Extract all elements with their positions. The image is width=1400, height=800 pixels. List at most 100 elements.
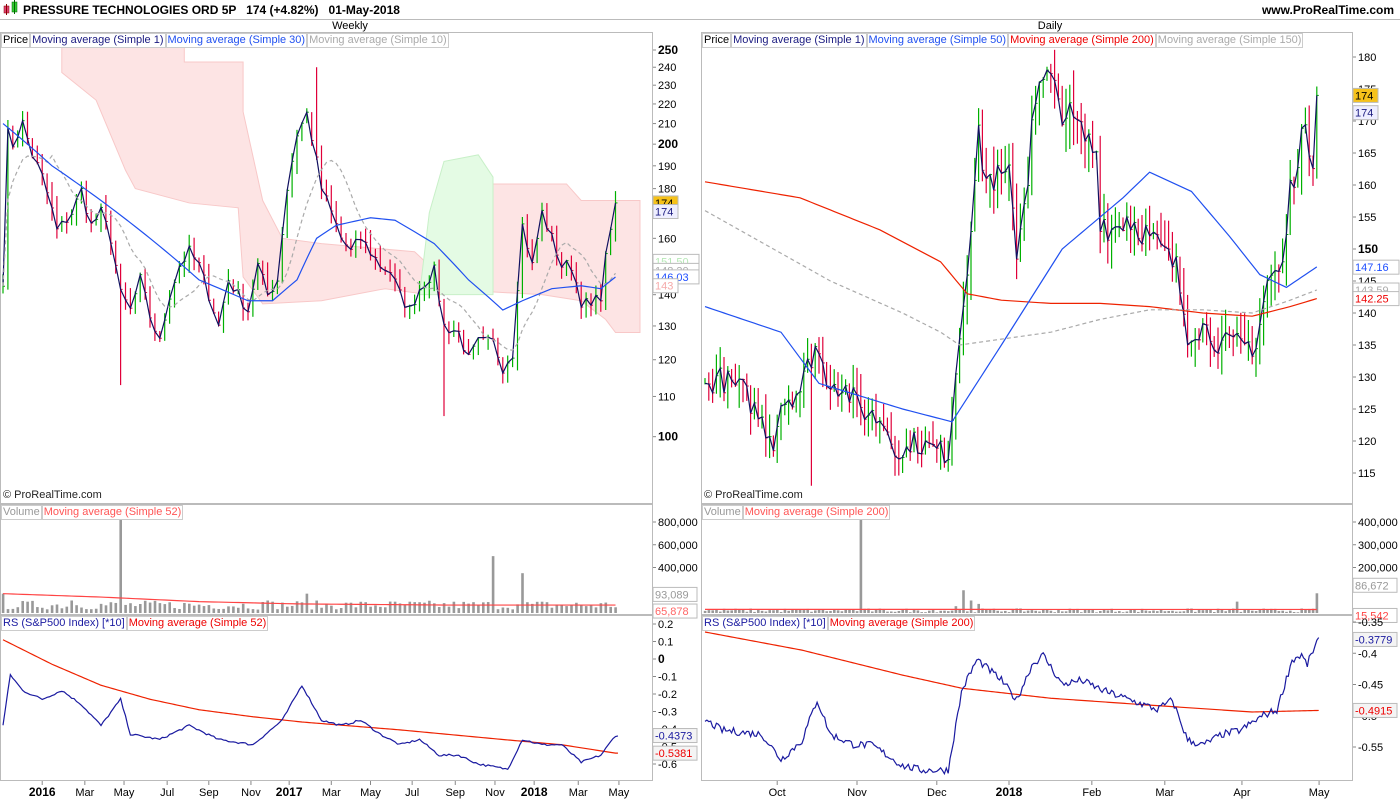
legend-price[interactable]: Price [702, 33, 732, 48]
x-tick-label: Oct [769, 787, 786, 799]
y-tick-label: 200 [658, 137, 678, 151]
x-tick-label: 2017 [276, 785, 303, 799]
price-tag: 174 [1352, 105, 1379, 121]
y-tick-label: 150 [1358, 242, 1378, 256]
y-tick-label: 210 [658, 119, 676, 131]
rs-y-tick-label: -0.45 [1358, 680, 1383, 692]
price-tag: 143 [652, 278, 679, 294]
x-tick-label: 2016 [29, 785, 56, 799]
y-tick-label: 130 [658, 321, 676, 333]
x-tick-label: Dec [927, 787, 947, 799]
rs-y-tick-label: -0.3 [658, 707, 677, 719]
rs-y-tick-label: 0 [658, 652, 665, 666]
y-tick-label: 115 [1358, 468, 1376, 480]
volume-tag-label: 65,878 [655, 606, 689, 618]
daily-rs-legend: RS (S&P500 Index) [*10] Moving average (… [702, 616, 976, 631]
weekly-volume-legend: Volume Moving average (Simple 52) [1, 505, 184, 520]
daily-copyright: © ProRealTime.com [704, 489, 803, 501]
legend-ma1[interactable]: Moving average (Simple 1) [30, 33, 166, 48]
y-tick-label: 160 [1358, 180, 1376, 192]
y-tick-label: 180 [658, 184, 676, 196]
rs-tag-label: -0.3779 [1355, 634, 1392, 646]
legend-rs-ma[interactable]: Moving average (Simple 200) [827, 616, 976, 631]
y-tick-label: 140 [1358, 308, 1376, 320]
x-tick-label: Jul [160, 787, 174, 799]
y-tick-label: 240 [658, 62, 676, 74]
volume-y-tick-label: 400,000 [1358, 517, 1398, 529]
y-tick-label: 125 [1358, 404, 1376, 416]
price-tag: 142.25 [1352, 291, 1400, 307]
legend-ma1[interactable]: Moving average (Simple 1) [731, 33, 867, 48]
legend-price[interactable]: Price [1, 33, 31, 48]
legend-ma30[interactable]: Moving average (Simple 30) [165, 33, 308, 48]
weekly-price-legend: Price Moving average (Simple 1) Moving a… [1, 33, 449, 48]
y-tick-label: 160 [658, 233, 676, 245]
x-tick-label: Sep [199, 787, 219, 799]
legend-rs-ma[interactable]: Moving average (Simple 52) [126, 616, 269, 631]
rs-y-tick-label: -0.1 [658, 672, 677, 684]
legend-ma50[interactable]: Moving average (Simple 50) [866, 33, 1009, 48]
price-tag-label: 147.16 [1355, 262, 1389, 274]
legend-ma200[interactable]: Moving average (Simple 200) [1008, 33, 1156, 48]
price-tag-label: 174 [655, 207, 673, 219]
legend-ma150[interactable]: Moving average (Simple 150) [1155, 33, 1304, 48]
daily-rs-pane[interactable] [701, 615, 1353, 781]
rs-tag-label: -0.4915 [1355, 705, 1392, 717]
weekly-rs-pane[interactable] [0, 615, 653, 781]
x-tick-label: Jul [405, 787, 419, 799]
rs-y-tick-label: -0.35 [1358, 617, 1383, 629]
daily-price-pane[interactable] [701, 32, 1353, 504]
x-tick-label: May [1309, 787, 1330, 799]
weekly-copyright: © ProRealTime.com [3, 489, 102, 501]
daily-volume-pane[interactable] [701, 504, 1353, 615]
volume-y-tick-label: 200,000 [1358, 563, 1398, 575]
x-tick-label: 2018 [996, 785, 1023, 799]
x-tick-label: May [360, 787, 381, 799]
x-tick-label: Nov [847, 787, 867, 799]
price-tag-label: 143 [655, 281, 673, 293]
rs-y-tick-label: -0.55 [1358, 742, 1383, 754]
y-tick-label: 250 [658, 43, 678, 57]
x-tick-label: Nov [485, 787, 505, 799]
y-tick-label: 135 [1358, 340, 1376, 352]
price-tag-label: 142.25 [1355, 294, 1389, 306]
x-tick-label: Mar [569, 787, 588, 799]
y-tick-label: 155 [1358, 212, 1376, 224]
volume-y-tick-label: 600,000 [658, 540, 698, 552]
legend-rs[interactable]: RS (S&P500 Index) [*10] [1, 616, 127, 631]
y-tick-label: 230 [658, 80, 676, 92]
x-tick-label: Sep [445, 787, 465, 799]
price-tag: 174 [652, 204, 679, 220]
x-tick-label: Feb [1082, 787, 1101, 799]
y-tick-label: 130 [1358, 372, 1376, 384]
price-tag: 174 [1352, 87, 1379, 103]
volume-tag-label: 93,089 [655, 589, 689, 601]
legend-volume-ma[interactable]: Moving average (Simple 200) [742, 505, 891, 520]
x-tick-label: Mar [322, 787, 341, 799]
rs-y-tick-label: -0.2 [658, 689, 677, 701]
legend-volume[interactable]: Volume [1, 505, 42, 520]
rs-tag-label: -0.5381 [655, 748, 692, 760]
x-tick-label: 2018 [521, 785, 548, 799]
y-tick-label: 100 [658, 430, 678, 444]
daily-price-legend: Price Moving average (Simple 1) Moving a… [702, 33, 1304, 48]
y-tick-label: 220 [658, 99, 676, 111]
rs-tag-label: -0.4373 [655, 731, 692, 743]
x-tick-label: Nov [241, 787, 261, 799]
daily-volume-legend: Volume Moving average (Simple 200) [702, 505, 891, 520]
y-tick-label: 110 [658, 391, 676, 403]
legend-volume-ma[interactable]: Moving average (Simple 52) [41, 505, 184, 520]
weekly-rs-legend: RS (S&P500 Index) [*10] Moving average (… [1, 616, 269, 631]
volume-y-tick-label: 800,000 [658, 517, 698, 529]
y-tick-label: 165 [1358, 148, 1376, 160]
weekly-price-pane[interactable] [0, 32, 653, 504]
legend-rs[interactable]: RS (S&P500 Index) [*10] [702, 616, 828, 631]
legend-ma10[interactable]: Moving average (Simple 10) [307, 33, 449, 48]
price-tag-label: 174 [1355, 108, 1373, 120]
weekly-volume-pane[interactable] [0, 504, 653, 615]
legend-volume[interactable]: Volume [702, 505, 743, 520]
rs-y-tick-label: -0.4 [1358, 648, 1377, 660]
x-tick-label: Mar [1155, 787, 1174, 799]
x-tick-label: May [114, 787, 135, 799]
rs-y-tick-label: -0.6 [658, 759, 677, 771]
